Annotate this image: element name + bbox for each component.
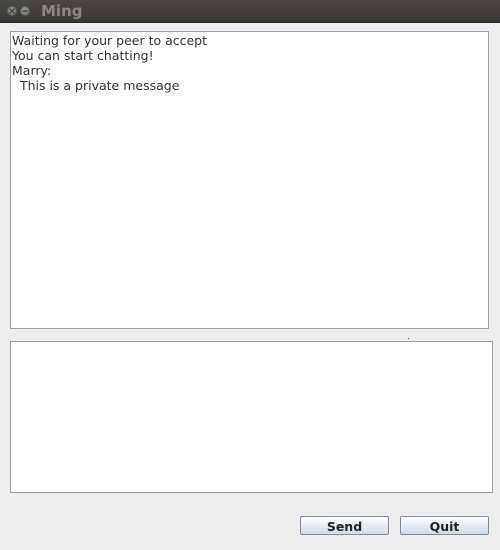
chat-log-line: Marry:: [12, 63, 52, 78]
chat-window: Ming Waiting for your peer to accept You…: [0, 0, 500, 550]
title-bar[interactable]: Ming: [0, 0, 500, 23]
window-title: Ming: [41, 2, 83, 20]
divider-dot: [408, 338, 409, 339]
chat-log-line: Waiting for your peer to accept: [12, 33, 208, 48]
chat-log-line: This is a private message: [12, 78, 180, 93]
minimize-icon[interactable]: [20, 6, 30, 16]
chat-log[interactable]: Waiting for your peer to accept You can …: [10, 31, 489, 329]
send-button[interactable]: Send: [300, 516, 389, 535]
chat-log-line: You can start chatting!: [12, 48, 154, 63]
close-icon[interactable]: [7, 6, 17, 16]
quit-button[interactable]: Quit: [400, 516, 489, 535]
message-input[interactable]: [10, 341, 493, 493]
